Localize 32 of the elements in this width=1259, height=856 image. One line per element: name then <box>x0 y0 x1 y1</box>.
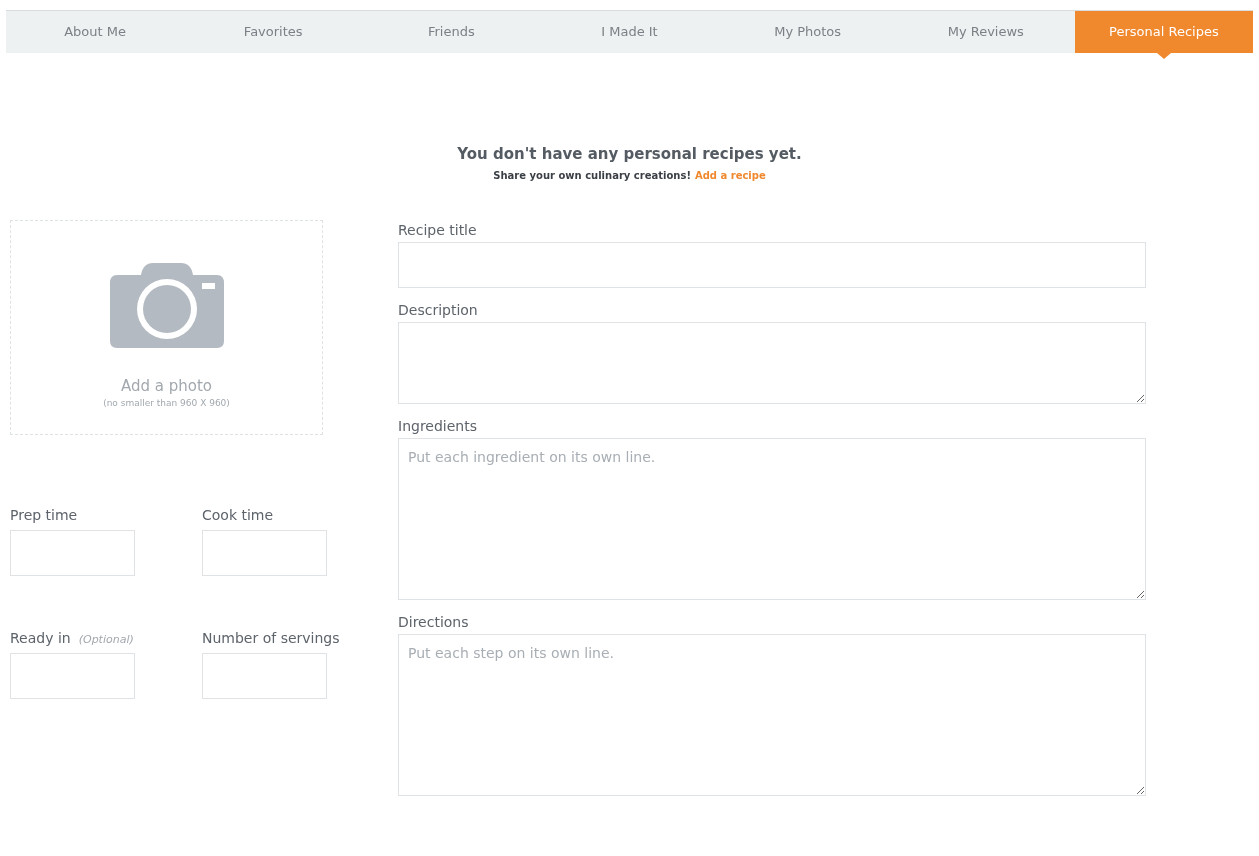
text-area[interactable]: Put each step on its own line. <box>398 633 1146 796</box>
camera-icon <box>108 260 225 349</box>
tab[interactable]: I Made It <box>540 11 719 53</box>
tab[interactable]: Personal Recipes <box>1074 11 1253 53</box>
tab[interactable]: My Photos <box>718 11 897 53</box>
empty-heading: You don't have any personal recipes yet. <box>457 144 802 165</box>
tab-pointer-icon <box>1156 53 1171 59</box>
field-label: Recipe title <box>398 220 478 240</box>
input-field[interactable] <box>202 652 327 699</box>
field-label: Ready in <box>10 628 71 648</box>
field-label: Description <box>398 300 479 320</box>
input-field[interactable] <box>202 529 327 576</box>
field-label: Directions <box>398 612 470 632</box>
photo-dropzone[interactable]: Add a photo (no smaller than 960 X 960) <box>10 219 323 435</box>
text-area[interactable]: Put each ingredient on its own line. <box>398 437 1146 600</box>
photo-hint: (no smaller than 960 X 960) <box>103 397 230 410</box>
add-recipe-link[interactable]: Add a recipe <box>694 167 766 183</box>
tab[interactable]: About Me <box>6 11 185 53</box>
text-area[interactable] <box>398 321 1146 404</box>
input-field[interactable] <box>10 529 135 576</box>
field-label: Ingredients <box>398 416 478 436</box>
field-label: Prep time <box>10 505 78 525</box>
tab[interactable]: Favorites <box>184 11 363 53</box>
field-label: Cook time <box>202 505 274 525</box>
tab[interactable]: Friends <box>362 11 541 53</box>
empty-text: Share your own culinary creations! <box>493 168 691 183</box>
photo-label: Add a photo <box>120 375 212 397</box>
tab[interactable]: My Reviews <box>896 11 1075 53</box>
optional-note: (Optional) <box>78 631 134 648</box>
input-field[interactable] <box>398 241 1146 288</box>
input-field[interactable] <box>10 652 135 699</box>
field-label: Number of servings <box>202 628 340 648</box>
